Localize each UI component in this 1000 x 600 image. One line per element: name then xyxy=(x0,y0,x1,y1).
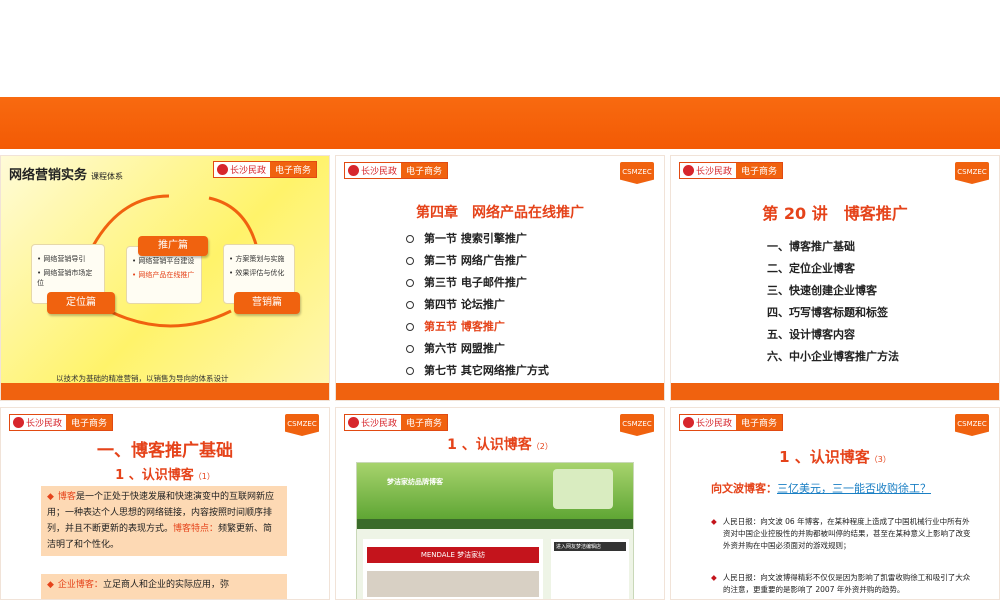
leaf-image xyxy=(553,469,613,509)
slide-5-thumbnail[interactable]: 长沙民政 电子商务 CSMZEC 1 、认识博客（2） 梦洁家纺品牌博客 MEN… xyxy=(335,407,665,600)
pill-marketing: 营销篇 xyxy=(234,292,300,314)
enterprise-blog-note: ◆ 企业博客：立足商人和企业的实际应用，弥 xyxy=(41,574,287,599)
chapter-title: 第四章 网络产品在线推广 xyxy=(416,205,584,221)
list-item: 三、快速创建企业博客 xyxy=(767,284,877,297)
slide-4-thumbnail[interactable]: 长沙民政 电子商务 CSMZEC 一、博客推广基础 1 、认识博客（1） ◆ 博客… xyxy=(0,407,330,600)
blog-sidebar: 进入网友梦洁编辑店 xyxy=(551,539,629,599)
blog-question-link[interactable]: 三亿美元，三一能否收购徐工？ xyxy=(777,482,931,495)
subsection-title: 1 、认识博客（1） xyxy=(115,468,215,483)
blog-post-area: MENDALE 梦洁家纺 xyxy=(363,539,543,599)
csmzec-badge: CSMZEC xyxy=(620,162,654,184)
blog-question: 向文波博客：三亿美元，三一能否收购徐工？ xyxy=(711,482,931,495)
slide-2-thumbnail[interactable]: 长沙民政 电子商务 CSMZEC 第四章 网络产品在线推广 第一节 搜索引擎推广… xyxy=(335,155,665,401)
school-logo: 长沙民政 电子商务 xyxy=(344,414,449,431)
csmzec-badge: CSMZEC xyxy=(620,414,654,436)
slide-footer-bar xyxy=(336,383,664,400)
lecture-outline-list: 一、博客推广基础 二、定位企业博客 三、快速创建企业博客 四、巧写博客标题和标签… xyxy=(767,236,899,368)
subsection-title: 1 、认识博客（2） xyxy=(447,437,553,453)
pill-promotion: 推广篇 xyxy=(138,236,208,256)
slide-1-thumbnail[interactable]: 网络营销实务 课程体系 长沙民政 电子商务 • 网络营销导引 • 网络营销市场定位… xyxy=(0,155,330,401)
list-item: 第二节 网络广告推广 xyxy=(406,250,549,272)
heart-logo-icon xyxy=(683,165,694,176)
blog-screenshot: 梦洁家纺品牌博客 MENDALE 梦洁家纺 进入网友梦洁编辑店 xyxy=(356,462,634,599)
list-item-active: 第五节 博客推广 xyxy=(406,316,549,338)
heart-logo-icon xyxy=(683,417,694,428)
slide-footer-bar xyxy=(671,383,999,400)
quote-1: ◆ 人民日报：向文波 06 年博客，在某种程度上造成了中国机械行业中所有外资对中国… xyxy=(711,517,971,550)
pill-positioning: 定位篇 xyxy=(47,292,115,314)
list-item: 四、巧写博客标题和标签 xyxy=(767,306,888,319)
school-logo: 长沙民政 电子商务 xyxy=(679,414,784,431)
school-logo: 长沙民政 电子商务 xyxy=(344,162,449,179)
heart-logo-icon xyxy=(348,165,359,176)
school-logo: 长沙民政 电子商务 xyxy=(679,162,784,179)
quote-2: ◆ 人民日报：向文波博得精彩不仅仅是因为影响了凯雷收购徐工和吸引了大众的注意，更重… xyxy=(711,573,971,594)
list-item: 第三节 电子邮件推广 xyxy=(406,272,549,294)
csmzec-badge: CSMZEC xyxy=(285,414,319,436)
csmzec-badge: CSMZEC xyxy=(955,414,989,436)
slide-6-thumbnail[interactable]: 长沙民政 电子商务 CSMZEC 1 、认识博客（3） 向文波博客：三亿美元，三… xyxy=(670,407,1000,600)
heart-logo-icon xyxy=(13,417,24,428)
slide-3-thumbnail[interactable]: 长沙民政 电子商务 CSMZEC 第 20 讲 博客推广 一、博客推广基础 二、… xyxy=(670,155,1000,401)
school-logo: 长沙民政 电子商务 xyxy=(9,414,114,431)
chapter-section-list: 第一节 搜索引擎推广 第二节 网络广告推广 第三节 电子邮件推广 第四节 论坛推… xyxy=(406,228,549,382)
list-item: 六、中小企业博客推广方法 xyxy=(767,350,899,363)
list-item: 第六节 网盟推广 xyxy=(406,338,549,360)
blog-header-banner: 梦洁家纺品牌博客 xyxy=(357,463,633,519)
list-item: 第四节 论坛推广 xyxy=(406,294,549,316)
blog-nav-bar xyxy=(357,519,633,529)
top-orange-banner xyxy=(0,97,1000,149)
section-title: 一、博客推广基础 xyxy=(97,441,233,461)
list-item: 一、博客推广基础 xyxy=(767,240,855,253)
list-item: 二、定位企业博客 xyxy=(767,262,855,275)
slide-footer-bar xyxy=(1,383,329,400)
list-item: 五、设计博客内容 xyxy=(767,328,855,341)
lecture-title: 第 20 讲 博客推广 xyxy=(762,204,908,223)
list-item: 第一节 搜索引擎推广 xyxy=(406,228,549,250)
blog-definition-note: ◆ 博客是一个正处于快速发展和快速演变中的互联网新应用；一种表达个人思想的网络链接… xyxy=(41,486,287,556)
csmzec-badge: CSMZEC xyxy=(955,162,989,184)
list-item: 第七节 其它网络推广方式 xyxy=(406,360,549,382)
subsection-title: 1 、认识博客（3） xyxy=(779,448,891,466)
heart-logo-icon xyxy=(348,417,359,428)
